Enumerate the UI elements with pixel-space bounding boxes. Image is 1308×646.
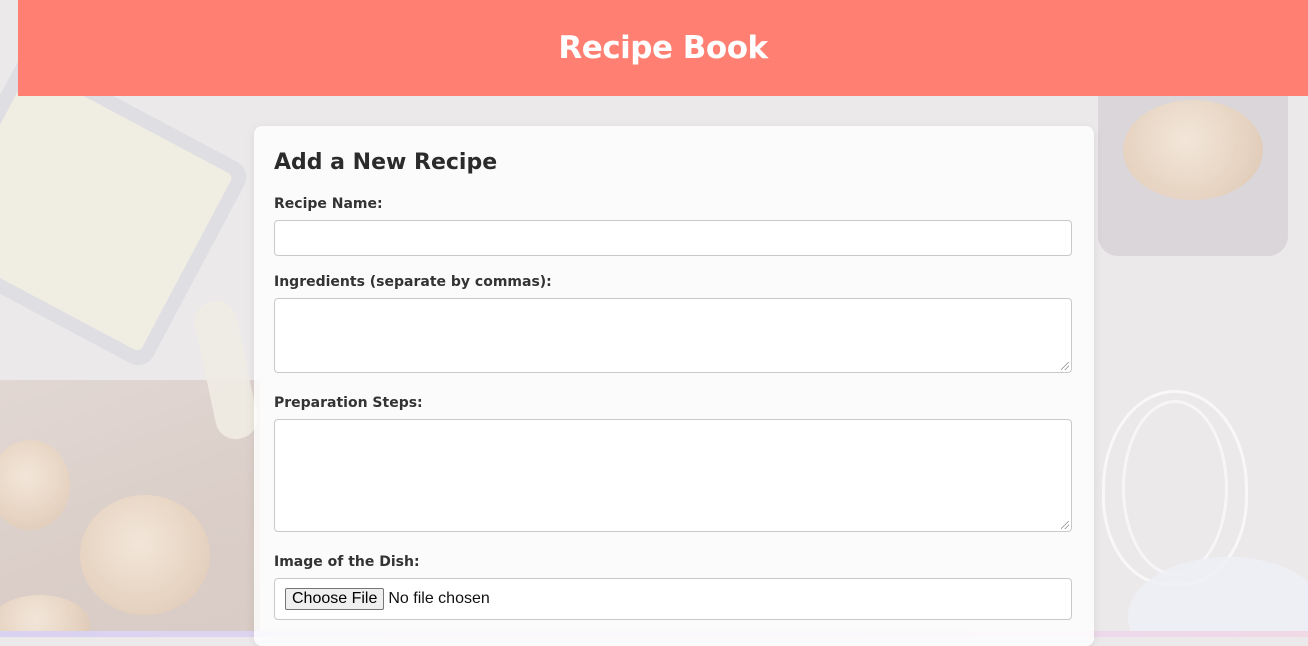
recipe-name-input[interactable] bbox=[274, 220, 1072, 256]
image-file-input[interactable]: Choose File No file chosen bbox=[274, 578, 1072, 620]
page-header: Recipe Book bbox=[18, 0, 1308, 96]
ingredients-textarea[interactable] bbox=[274, 298, 1072, 373]
resize-handle-icon[interactable] bbox=[1061, 521, 1069, 529]
steps-textarea[interactable] bbox=[274, 419, 1072, 532]
add-recipe-form: Add a New Recipe Recipe Name: Ingredient… bbox=[254, 126, 1094, 646]
choose-file-button[interactable]: Choose File bbox=[285, 588, 385, 610]
ingredients-label: Ingredients (separate by commas): bbox=[274, 274, 552, 290]
file-status-text: No file chosen bbox=[388, 590, 490, 607]
image-label: Image of the Dish: bbox=[274, 554, 420, 570]
background-whisk bbox=[1122, 400, 1228, 576]
form-heading: Add a New Recipe bbox=[274, 150, 498, 175]
background-muffin bbox=[80, 495, 210, 615]
recipe-name-label: Recipe Name: bbox=[274, 196, 383, 212]
steps-label: Preparation Steps: bbox=[274, 395, 423, 411]
background-muffin bbox=[1123, 100, 1263, 200]
page-title: Recipe Book bbox=[558, 30, 768, 66]
resize-handle-icon[interactable] bbox=[1061, 362, 1069, 370]
